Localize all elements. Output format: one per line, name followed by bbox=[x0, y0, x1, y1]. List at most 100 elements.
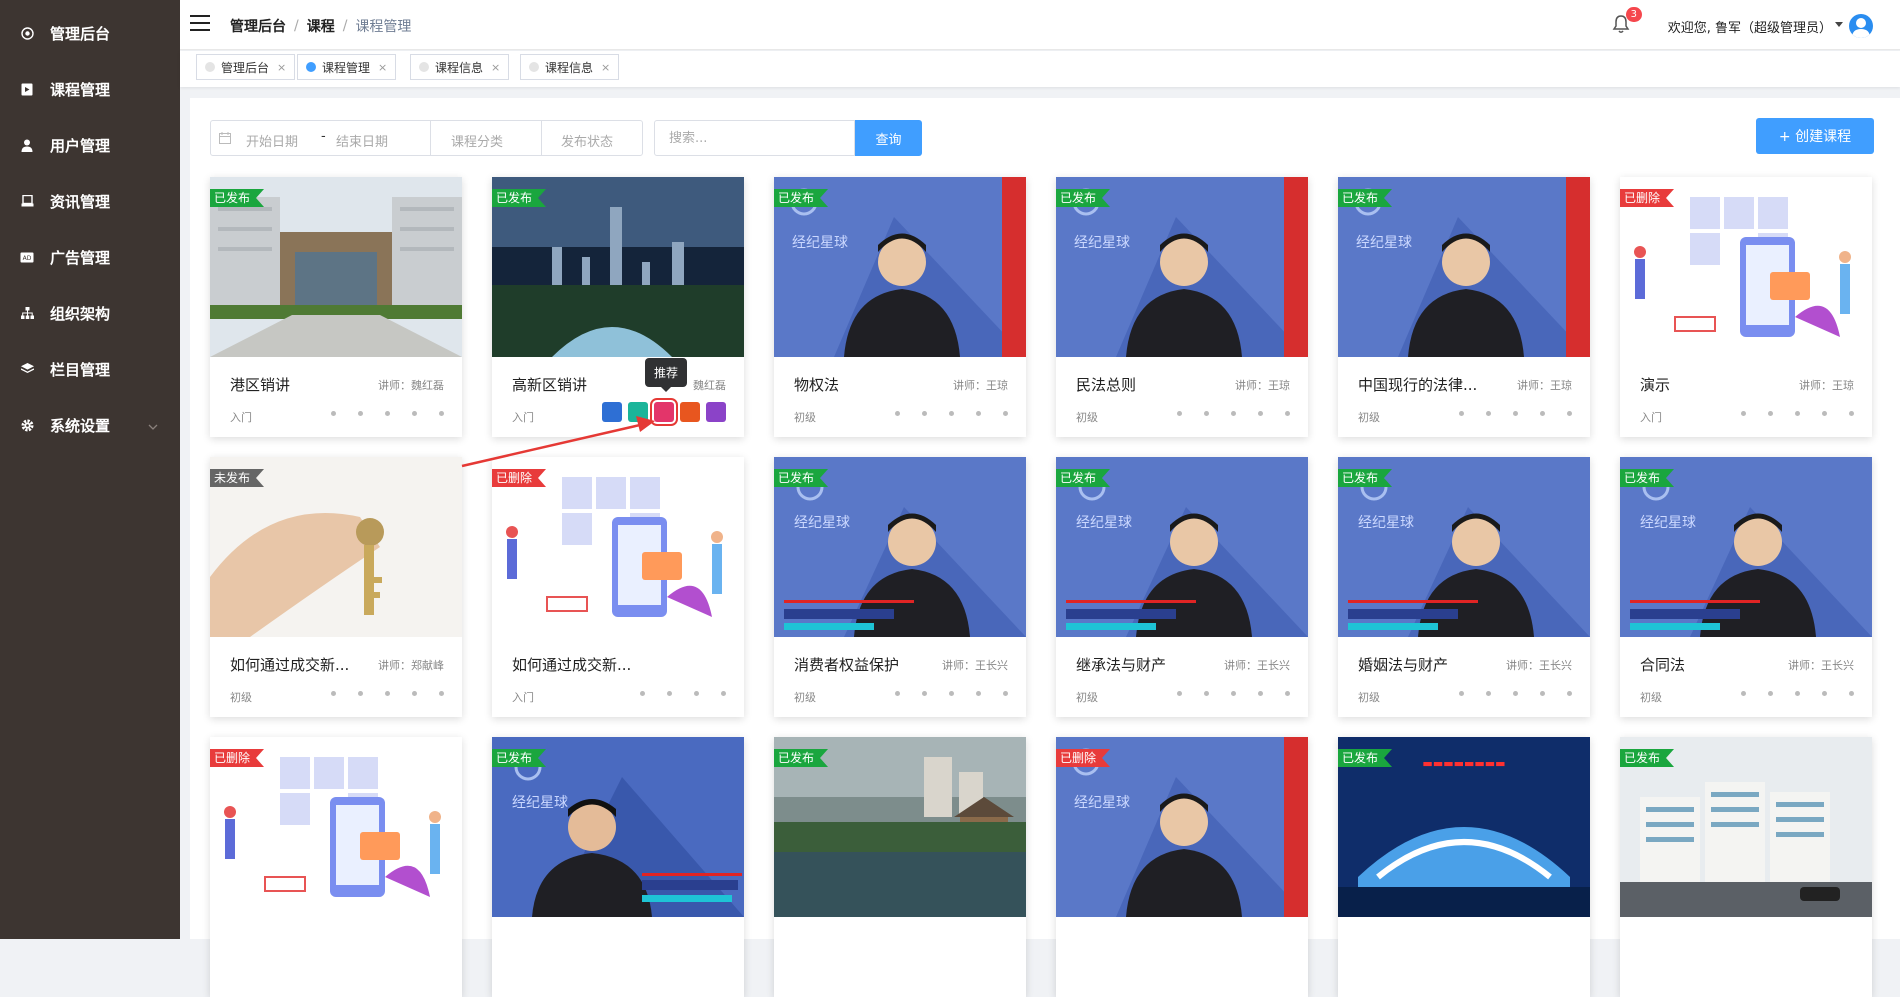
sidebar-item-course[interactable]: 课程管理 bbox=[0, 61, 180, 117]
status-select[interactable]: 发布状态 bbox=[561, 131, 613, 150]
course-card[interactable]: 经纪星球 已删除 bbox=[1056, 737, 1308, 997]
course-level: 初级 bbox=[1358, 691, 1380, 704]
more-dots-icon[interactable] bbox=[331, 691, 444, 696]
sidebar-item-org[interactable]: 组织架构 bbox=[0, 285, 180, 341]
more-dots-icon[interactable] bbox=[1741, 411, 1854, 416]
start-date-input[interactable]: 开始日期 bbox=[246, 131, 298, 150]
publish-icon[interactable] bbox=[628, 402, 648, 422]
status-badge: 已发布 bbox=[1056, 189, 1110, 207]
course-level: 入门 bbox=[230, 411, 252, 424]
course-card[interactable]: 经纪星球 已发布 合同法 讲师：王长兴 初级 bbox=[1620, 457, 1872, 717]
more-dots-icon[interactable] bbox=[1459, 411, 1572, 416]
more-dots-icon[interactable] bbox=[1177, 411, 1290, 416]
hamburger-menu-icon[interactable] bbox=[190, 15, 210, 31]
close-icon[interactable]: × bbox=[491, 61, 500, 74]
breadcrumb: 管理后台 / 课程 / 课程管理 bbox=[230, 16, 411, 36]
date-separator: - bbox=[321, 129, 326, 144]
sidebar-item-label: 用户管理 bbox=[50, 136, 111, 155]
course-card[interactable]: 经纪星球 已发布 中国现行的法律... 讲师：王琼 初级 bbox=[1338, 177, 1590, 437]
course-teacher: 讲师：王琼 bbox=[1799, 379, 1854, 392]
delete-icon[interactable] bbox=[706, 402, 726, 422]
svg-text:经纪星球: 经纪星球 bbox=[794, 515, 850, 531]
course-thumbnail: 已删除 bbox=[1620, 177, 1872, 357]
caret-down-icon[interactable] bbox=[1835, 22, 1843, 27]
news-icon bbox=[20, 194, 34, 208]
course-teacher: 讲师：魏红磊 bbox=[378, 379, 444, 392]
breadcrumb-item[interactable]: 管理后台 bbox=[230, 16, 286, 36]
course-card[interactable]: 经纪星球 已发布 bbox=[492, 737, 744, 997]
course-level: 初级 bbox=[1358, 411, 1380, 424]
course-card[interactable]: 已删除 演示 讲师：王琼 入门 bbox=[1620, 177, 1872, 437]
course-card[interactable]: 经纪星球 已发布 继承法与财产 讲师：王长兴 初级 bbox=[1056, 457, 1308, 717]
course-card[interactable]: 已删除 如何通过成交新... 入门 bbox=[492, 457, 744, 717]
query-button[interactable]: 查询 bbox=[855, 120, 922, 156]
more-dots-icon[interactable] bbox=[640, 691, 726, 696]
more-dots-icon[interactable] bbox=[1177, 691, 1290, 696]
course-title: 合同法 bbox=[1640, 656, 1686, 674]
course-card[interactable]: ▬▬▬▬▬▬▬▬ 已发布 bbox=[1338, 737, 1590, 997]
course-card[interactable]: 已删除 bbox=[210, 737, 462, 997]
end-date-input[interactable]: 结束日期 bbox=[336, 131, 388, 150]
search-input[interactable] bbox=[654, 120, 855, 156]
sidebar-item-users[interactable]: 用户管理 bbox=[0, 117, 180, 173]
more-dots-icon[interactable] bbox=[331, 411, 444, 416]
course-title: 婚姻法与财产 bbox=[1358, 656, 1449, 674]
close-icon[interactable]: × bbox=[277, 61, 286, 74]
status-badge: 已发布 bbox=[774, 189, 828, 207]
course-card[interactable]: 经纪星球 已发布 民法总则 讲师：王琼 初级 bbox=[1056, 177, 1308, 437]
course-card[interactable]: 经纪星球 已发布 消费者权益保护 讲师：王长兴 初级 bbox=[774, 457, 1026, 717]
edit-icon[interactable] bbox=[602, 402, 622, 422]
course-title: 消费者权益保护 bbox=[794, 656, 900, 674]
status-badge: 已发布 bbox=[1620, 749, 1674, 767]
sidebar-item-news[interactable]: 资讯管理 bbox=[0, 173, 180, 229]
tab-dashboard[interactable]: 管理后台 × bbox=[196, 54, 296, 80]
sidebar-item-ads[interactable]: AD 广告管理 bbox=[0, 229, 180, 285]
course-thumbnail: 经纪星球 已发布 bbox=[1056, 457, 1308, 637]
tab-course-management[interactable]: 课程管理 × bbox=[297, 54, 397, 80]
course-thumbnail: 经纪星球 已发布 bbox=[1056, 177, 1308, 357]
svg-text:AD: AD bbox=[23, 255, 32, 262]
course-thumbnail: 已发布 bbox=[774, 737, 1026, 917]
user-icon bbox=[20, 138, 34, 152]
course-card[interactable]: 经纪星球 已发布 物权法 讲师：王琼 初级 bbox=[774, 177, 1026, 437]
course-title: 物权法 bbox=[794, 376, 840, 394]
svg-text:经纪星球: 经纪星球 bbox=[512, 795, 568, 811]
sidebar-item-label: 组织架构 bbox=[50, 304, 111, 323]
tab-label: 管理后台 bbox=[221, 60, 270, 75]
status-badge: 已发布 bbox=[1620, 469, 1674, 487]
sidebar-item-settings[interactable]: 系统设置 bbox=[0, 397, 180, 453]
topic-icon[interactable] bbox=[680, 402, 700, 422]
sidebar-item-dashboard[interactable]: 管理后台 bbox=[0, 5, 180, 61]
tab-course-info[interactable]: 课程信息 × bbox=[410, 54, 510, 80]
close-icon[interactable]: × bbox=[378, 61, 387, 74]
course-card[interactable]: 经纪星球 已发布 婚姻法与财产 讲师：王长兴 初级 bbox=[1338, 457, 1590, 717]
more-dots-icon[interactable] bbox=[1459, 691, 1572, 696]
course-card[interactable]: 未发布 如何通过成交新... 讲师：郑献峰 初级 bbox=[210, 457, 462, 717]
create-course-button[interactable]: + 创建课程 bbox=[1756, 118, 1874, 154]
course-level: 入门 bbox=[512, 411, 534, 424]
divider bbox=[541, 121, 542, 155]
tab-course-info-2[interactable]: 课程信息 × bbox=[520, 54, 620, 80]
course-card[interactable]: 已发布 港区销讲 讲师：魏红磊 入门 bbox=[210, 177, 462, 437]
calendar-icon bbox=[219, 132, 231, 144]
close-icon[interactable]: × bbox=[601, 61, 610, 74]
category-select[interactable]: 课程分类 bbox=[451, 131, 503, 150]
divider bbox=[430, 121, 431, 155]
breadcrumb-item[interactable]: 课程 bbox=[307, 16, 335, 36]
breadcrumb-separator: / bbox=[342, 18, 348, 34]
course-teacher: 讲师：王长兴 bbox=[1224, 659, 1290, 672]
tab-dot bbox=[306, 62, 316, 72]
sidebar-item-columns[interactable]: 栏目管理 bbox=[0, 341, 180, 397]
breadcrumb-item-current: 课程管理 bbox=[355, 19, 412, 35]
course-card[interactable]: 已发布 bbox=[774, 737, 1026, 997]
more-dots-icon[interactable] bbox=[895, 411, 1008, 416]
more-dots-icon[interactable] bbox=[895, 691, 1008, 696]
course-card[interactable]: 已发布 bbox=[1620, 737, 1872, 997]
avatar[interactable] bbox=[1849, 14, 1873, 38]
more-dots-icon[interactable] bbox=[1741, 691, 1854, 696]
ad-icon: AD bbox=[20, 250, 34, 264]
course-card[interactable]: 已发布 高新区销讲 魏红磊 入门 bbox=[492, 177, 744, 437]
recommend-icon[interactable] bbox=[650, 398, 678, 426]
course-level: 初级 bbox=[794, 691, 816, 704]
course-title: 民法总则 bbox=[1076, 376, 1137, 394]
